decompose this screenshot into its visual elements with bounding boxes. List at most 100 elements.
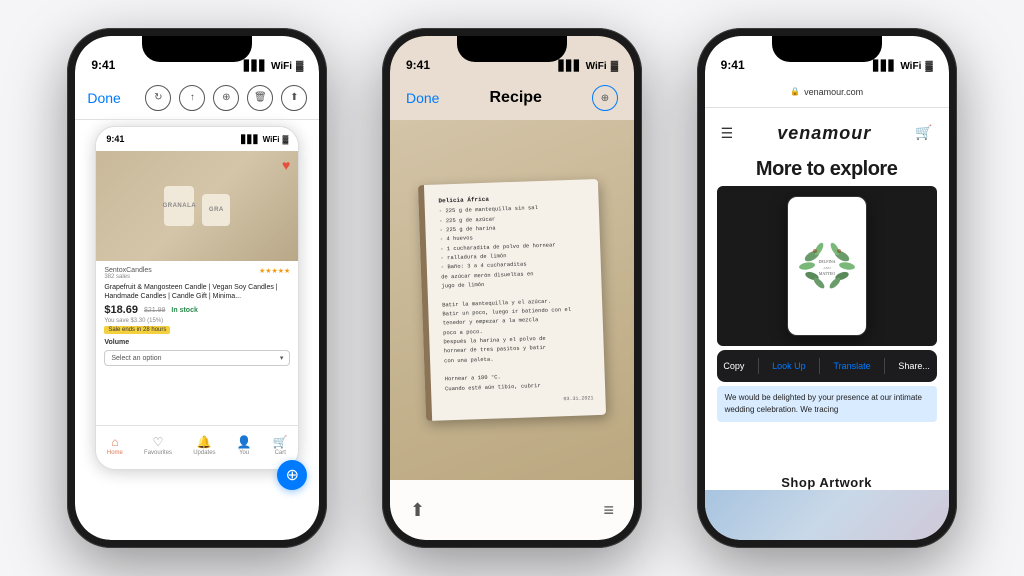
lookup-menu-item[interactable]: Look Up xyxy=(772,361,806,371)
export-icon: ⬆ xyxy=(290,92,298,103)
product-title: Grapefruit & Mangosteen Candle | Vegan S… xyxy=(104,283,290,301)
battery-icon: ▓ xyxy=(296,61,303,72)
phone2-navbar: Done Recipe ⊕ xyxy=(390,76,634,120)
context-divider-3 xyxy=(884,358,885,374)
heart-icon[interactable]: ♥ xyxy=(282,157,290,173)
wreath-svg: DELFINA AND MATTEO xyxy=(797,231,857,301)
candle-visual: GRANALA GRA xyxy=(164,186,230,226)
shop-artwork-link[interactable]: Shop Artwork xyxy=(705,475,949,490)
venamour-header: ☰ venamour 🛒 xyxy=(705,108,949,158)
refresh-icon: ↻ xyxy=(154,92,162,103)
candle-large: GRANALA xyxy=(164,186,194,226)
copy-menu-item[interactable]: Copy xyxy=(723,361,744,371)
recipe-notebook: Delicia África - 225 g de mantequilla si… xyxy=(418,179,606,421)
phone1-navbar: Done ↻ ↑ ⊕ 🗑 ⬆ xyxy=(75,76,319,120)
home-tab-icon: ⌂ xyxy=(111,435,118,449)
inner-time: 9:41 xyxy=(106,134,124,144)
person-icon: ⊕ xyxy=(222,92,230,103)
cart-tab-label: Cart xyxy=(275,450,286,456)
context-divider-2 xyxy=(819,358,820,374)
phone-3: 9:41 ▋▋▋ WiFi ▓ 🔒 venamour.com ☰ venamou… xyxy=(697,28,957,548)
volume-label: Volume xyxy=(104,339,290,346)
signal-icon-2: ▋▋▋ xyxy=(559,61,582,72)
svg-text:AND: AND xyxy=(823,266,831,270)
status-icons-2: ▋▋▋ WiFi ▓ xyxy=(559,61,618,72)
updates-tab-label: Updates xyxy=(193,450,215,456)
updates-tab-icon: 🔔 xyxy=(197,435,212,449)
candle-small: GRA xyxy=(202,194,230,226)
wifi-icon-2: WiFi xyxy=(586,61,607,72)
recipe-title: Recipe xyxy=(489,89,541,107)
hamburger-icon[interactable]: ☰ xyxy=(721,125,734,142)
url-text: venamour.com xyxy=(804,87,863,97)
phone1-nav-icons: ↻ ↑ ⊕ 🗑 ⬆ xyxy=(145,85,307,111)
brand-name: venamour xyxy=(777,123,871,144)
inner-status: 9:41 ▋▋▋ WiFi ▓ xyxy=(96,127,298,151)
price-old: $21.99 xyxy=(144,307,165,314)
inner-signal: ▋▋▋ xyxy=(241,135,259,144)
battery-icon-2: ▓ xyxy=(611,61,618,72)
product-info: SentoxCandles 382 sales ★★★★★ Grapefruit… xyxy=(96,261,298,372)
nav-icon-export[interactable]: ⬆ xyxy=(281,85,307,111)
you-tab-icon: 👤 xyxy=(237,435,252,449)
price-main: $18.69 xyxy=(104,304,138,316)
phone3-screen: 9:41 ▋▋▋ WiFi ▓ 🔒 venamour.com ☰ venamou… xyxy=(705,36,949,540)
list-action-icon[interactable]: ≡ xyxy=(603,500,614,521)
inner-phone-etsy: 9:41 ▋▋▋ WiFi ▓ ‹ GRANALA xyxy=(95,126,299,470)
bottom-thumbnail xyxy=(705,490,949,540)
selected-text: We would be delighted by your presence a… xyxy=(717,386,937,422)
notebook-content: Delicia África - 225 g de mantequilla si… xyxy=(430,192,593,409)
done-button-1[interactable]: Done xyxy=(87,90,120,106)
notebook-area: Delicia África - 225 g de mantequilla si… xyxy=(390,120,634,480)
you-tab-label: You xyxy=(239,450,249,456)
nav-icon-share[interactable]: ↑ xyxy=(179,85,205,111)
product-image-area: GRANALA GRA ♥ xyxy=(96,151,298,261)
fav-tab-icon: ♡ xyxy=(153,435,164,449)
tab-updates[interactable]: 🔔 Updates xyxy=(193,435,215,456)
tab-cart[interactable]: 🛒 Cart xyxy=(273,435,288,456)
tab-favourites[interactable]: ♡ Favourites xyxy=(144,435,172,456)
nav-icon-refresh[interactable]: ↻ xyxy=(145,85,171,111)
inner-status-icons: ▋▋▋ WiFi ▓ xyxy=(241,135,288,144)
svg-text:DELFINA: DELFINA xyxy=(818,259,835,264)
share-menu-item[interactable]: Share... xyxy=(898,361,930,371)
select-dropdown[interactable]: Select an option ▾ xyxy=(104,350,290,366)
status-time-3: 9:41 xyxy=(721,58,745,72)
share-action-icon[interactable]: ⬆ xyxy=(410,500,425,521)
showcase-phone: DELFINA AND MATTEO xyxy=(787,196,867,336)
inner-wifi: WiFi xyxy=(263,135,280,144)
fab-button[interactable]: ⊕ xyxy=(277,460,307,490)
phone-2: 9:41 ▋▋▋ WiFi ▓ Done Recipe ⊕ xyxy=(382,28,642,548)
share-icon: ↑ xyxy=(190,92,195,103)
notch-2 xyxy=(457,36,567,62)
cart-tab-icon: 🛒 xyxy=(273,435,288,449)
translate-btn[interactable]: ⊕ xyxy=(592,85,618,111)
phone2-screen: 9:41 ▋▋▋ WiFi ▓ Done Recipe ⊕ xyxy=(390,36,634,540)
status-time-2: 9:41 xyxy=(406,58,430,72)
save-text: You save $3.30 (15%) xyxy=(104,318,290,324)
done-button-2[interactable]: Done xyxy=(406,90,439,106)
wifi-icon-3: WiFi xyxy=(900,61,921,72)
context-divider-1 xyxy=(758,358,759,374)
tab-you[interactable]: 👤 You xyxy=(237,435,252,456)
translate-menu-item[interactable]: Translate xyxy=(833,361,870,371)
nav-icon-person[interactable]: ⊕ xyxy=(213,85,239,111)
globe-icon: ⊕ xyxy=(601,93,609,104)
scene: 9:41 ▋▋▋ WiFi ▓ Done ↻ ↑ ⊕ 🗑 ⬆ xyxy=(0,0,1024,576)
nav-icon-trash[interactable]: 🗑 xyxy=(247,85,273,111)
status-icons-1: ▋▋▋ WiFi ▓ xyxy=(244,61,303,72)
trash-icon: 🗑 xyxy=(254,92,267,103)
cart-button[interactable]: 🛒 xyxy=(915,124,932,142)
status-icons-3: ▋▋▋ WiFi ▓ xyxy=(873,61,932,72)
url-bar[interactable]: 🔒 venamour.com xyxy=(705,76,949,108)
product-showcase: DELFINA AND MATTEO xyxy=(717,186,937,346)
wifi-icon: WiFi xyxy=(271,61,292,72)
notch-1 xyxy=(142,36,252,62)
svg-text:MATTEO: MATTEO xyxy=(819,271,835,276)
phone1-screen: 9:41 ▋▋▋ WiFi ▓ Done ↻ ↑ ⊕ 🗑 ⬆ xyxy=(75,36,319,540)
tab-home[interactable]: ⌂ Home xyxy=(107,435,123,456)
fab-icon: ⊕ xyxy=(286,465,299,485)
bottom-tab-bar: ⌂ Home ♡ Favourites 🔔 Updates 👤 xyxy=(96,425,298,469)
phone-1: 9:41 ▋▋▋ WiFi ▓ Done ↻ ↑ ⊕ 🗑 ⬆ xyxy=(67,28,327,548)
in-stock-badge: In stock xyxy=(171,307,197,314)
